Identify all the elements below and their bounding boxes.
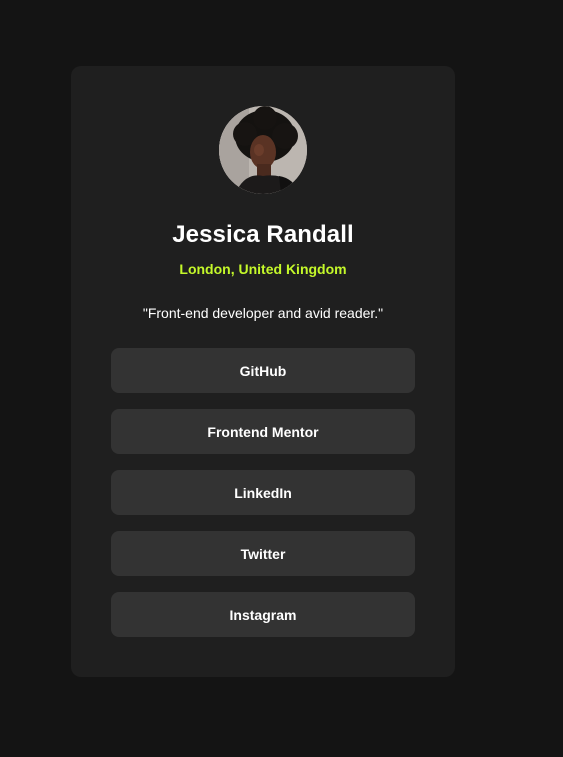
instagram-link-button[interactable]: Instagram [111, 592, 415, 637]
avatar [219, 106, 307, 194]
frontend-mentor-link-button[interactable]: Frontend Mentor [111, 409, 415, 454]
linkedin-link-button[interactable]: LinkedIn [111, 470, 415, 515]
profile-location: London, United Kingdom [179, 261, 347, 277]
profile-card: Jessica Randall London, United Kingdom "… [71, 66, 455, 677]
twitter-link-button[interactable]: Twitter [111, 531, 415, 576]
profile-bio: "Front-end developer and avid reader." [142, 305, 384, 321]
github-link-button[interactable]: GitHub [111, 348, 415, 393]
profile-name: Jessica Randall [172, 221, 354, 248]
avatar-image [219, 106, 307, 194]
social-links: GitHub Frontend Mentor LinkedIn Twitter … [111, 348, 415, 653]
